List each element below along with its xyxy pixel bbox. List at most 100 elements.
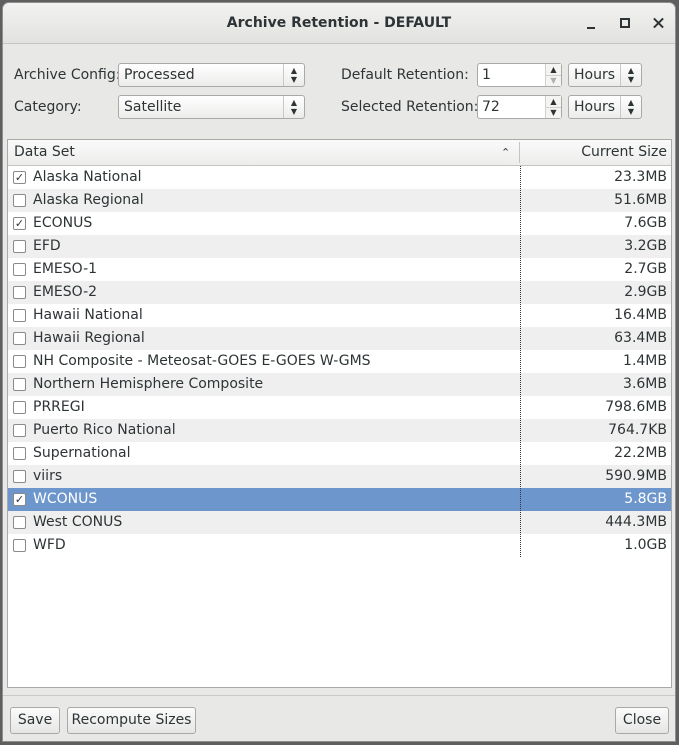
dataset-table: Data Set ⌃ Current Size ✓ Alaska National… — [7, 139, 672, 688]
category-value: Satellite — [124, 99, 182, 115]
chevron-updown-icon: ▲ ▼ — [620, 96, 641, 118]
row-data-set-name: Hawaii National — [33, 307, 143, 323]
row-current-size: 3.2GB — [624, 238, 667, 254]
checkbox[interactable] — [13, 516, 26, 529]
checkbox[interactable] — [13, 447, 26, 460]
archive-retention-window: Archive Retention - DEFAULT Archive Conf… — [2, 2, 676, 742]
checkbox[interactable] — [13, 424, 26, 437]
row-current-size: 2.7GB — [624, 261, 667, 277]
row-data-set-name: WFD — [33, 537, 66, 553]
table-row[interactable]: EFD 3.2GB — [8, 235, 671, 258]
minimize-icon[interactable] — [581, 13, 601, 33]
checkbox[interactable] — [13, 286, 26, 299]
table-row[interactable]: EMESO-2 2.9GB — [8, 281, 671, 304]
column-header-current-size[interactable]: Current Size — [581, 140, 667, 165]
table-row[interactable]: ✓ Alaska National 23.3MB — [8, 166, 671, 189]
default-retention-spinner[interactable]: 1 ▲ ▼ — [477, 63, 562, 87]
table-row[interactable]: West CONUS 444.3MB — [8, 511, 671, 534]
row-current-size: 51.6MB — [614, 192, 667, 208]
checkbox[interactable] — [13, 539, 26, 552]
default-retention-unit-select[interactable]: Hours ▲ ▼ — [568, 63, 642, 87]
window-title: Archive Retention - DEFAULT — [226, 15, 452, 31]
row-data-set-name: West CONUS — [33, 514, 123, 530]
row-data-set-name: NH Composite - Meteosat-GOES E-GOES W-GM… — [33, 353, 371, 369]
row-current-size: 5.8GB — [624, 491, 667, 507]
save-button[interactable]: Save — [10, 707, 60, 734]
decrement-icon[interactable]: ▼ — [546, 75, 561, 86]
table-row[interactable]: NH Composite - Meteosat-GOES E-GOES W-GM… — [8, 350, 671, 373]
row-data-set-name: Alaska Regional — [33, 192, 144, 208]
row-data-set-name: EMESO-1 — [33, 261, 98, 277]
row-data-set-name: Puerto Rico National — [33, 422, 176, 438]
selected-retention-spinner[interactable]: 72 ▲ ▼ — [477, 95, 562, 119]
checkbox[interactable] — [13, 240, 26, 253]
checkbox-checked[interactable]: ✓ — [13, 217, 26, 230]
category-select[interactable]: Satellite ▲ ▼ — [118, 95, 305, 119]
checkbox[interactable] — [13, 332, 26, 345]
row-data-set-name: ECONUS — [33, 215, 93, 231]
checkbox[interactable] — [13, 263, 26, 276]
checkbox[interactable] — [13, 355, 26, 368]
chevron-updown-icon: ▲ ▼ — [283, 96, 304, 118]
table-row[interactable]: Hawaii Regional 63.4MB — [8, 327, 671, 350]
table-row[interactable]: Puerto Rico National 764.7KB — [8, 419, 671, 442]
table-row[interactable]: ✓ WCONUS 5.8GB — [8, 488, 671, 511]
row-data-set-name: Hawaii Regional — [33, 330, 145, 346]
row-current-size: 7.6GB — [624, 215, 667, 231]
maximize-icon[interactable] — [615, 13, 635, 33]
default-retention-unit: Hours — [574, 67, 616, 83]
row-current-size: 3.6MB — [623, 376, 667, 392]
table-row[interactable]: viirs 590.9MB — [8, 465, 671, 488]
row-current-size: 2.9GB — [624, 284, 667, 300]
table-row[interactable]: Alaska Regional 51.6MB — [8, 189, 671, 212]
row-data-set-name: Alaska National — [33, 169, 142, 185]
row-data-set-name: Supernational — [33, 445, 131, 461]
spinner-arrows: ▲ ▼ — [545, 64, 561, 86]
column-header-data-set[interactable]: Data Set — [14, 140, 75, 165]
row-current-size: 444.3MB — [605, 514, 667, 530]
button-bar-divider — [3, 695, 675, 696]
row-current-size: 590.9MB — [605, 468, 667, 484]
archive-config-select[interactable]: Processed ▲ ▼ — [118, 63, 305, 87]
selected-retention-unit-select[interactable]: Hours ▲ ▼ — [568, 95, 642, 119]
table-row[interactable]: Hawaii National 16.4MB — [8, 304, 671, 327]
row-data-set-name: EFD — [33, 238, 61, 254]
row-current-size: 1.0GB — [624, 537, 667, 553]
row-current-size: 764.7KB — [608, 422, 667, 438]
table-row[interactable]: Supernational 22.2MB — [8, 442, 671, 465]
checkbox[interactable] — [13, 309, 26, 322]
row-current-size: 22.2MB — [614, 445, 667, 461]
table-row[interactable]: ✓ ECONUS 7.6GB — [8, 212, 671, 235]
sort-ascending-icon[interactable]: ⌃ — [501, 140, 510, 165]
row-current-size: 1.4MB — [623, 353, 667, 369]
close-window-icon[interactable] — [649, 13, 669, 33]
checkbox-checked[interactable]: ✓ — [13, 171, 26, 184]
recompute-sizes-button[interactable]: Recompute Sizes — [67, 707, 196, 734]
table-row[interactable]: Northern Hemisphere Composite 3.6MB — [8, 373, 671, 396]
default-retention-value: 1 — [482, 67, 491, 83]
table-row[interactable]: PRREGI 798.6MB — [8, 396, 671, 419]
checkbox[interactable] — [13, 401, 26, 414]
chevron-updown-icon: ▲ ▼ — [283, 64, 304, 86]
column-divider[interactable] — [519, 142, 520, 163]
row-data-set-name: viirs — [33, 468, 63, 484]
table-body: ✓ Alaska National 23.3MB Alaska Regional 51.… — [8, 166, 671, 557]
default-retention-label: Default Retention: — [341, 67, 469, 83]
close-button[interactable]: Close — [615, 707, 669, 734]
table-row[interactable]: WFD 1.0GB — [8, 534, 671, 557]
category-label: Category: — [14, 99, 82, 115]
selected-retention-unit: Hours — [574, 99, 616, 115]
row-data-set-name: PRREGI — [33, 399, 85, 415]
decrement-icon[interactable]: ▼ — [546, 107, 561, 118]
row-data-set-name: Northern Hemisphere Composite — [33, 376, 264, 392]
row-data-set-name: EMESO-2 — [33, 284, 98, 300]
selected-retention-label: Selected Retention: — [341, 99, 479, 115]
archive-config-label: Archive Config: — [14, 67, 121, 83]
title-bar[interactable]: Archive Retention - DEFAULT — [3, 3, 675, 44]
checkbox[interactable] — [13, 378, 26, 391]
row-current-size: 23.3MB — [614, 169, 667, 185]
table-row[interactable]: EMESO-1 2.7GB — [8, 258, 671, 281]
checkbox[interactable] — [13, 470, 26, 483]
checkbox-checked[interactable]: ✓ — [13, 493, 26, 506]
checkbox[interactable] — [13, 194, 26, 207]
